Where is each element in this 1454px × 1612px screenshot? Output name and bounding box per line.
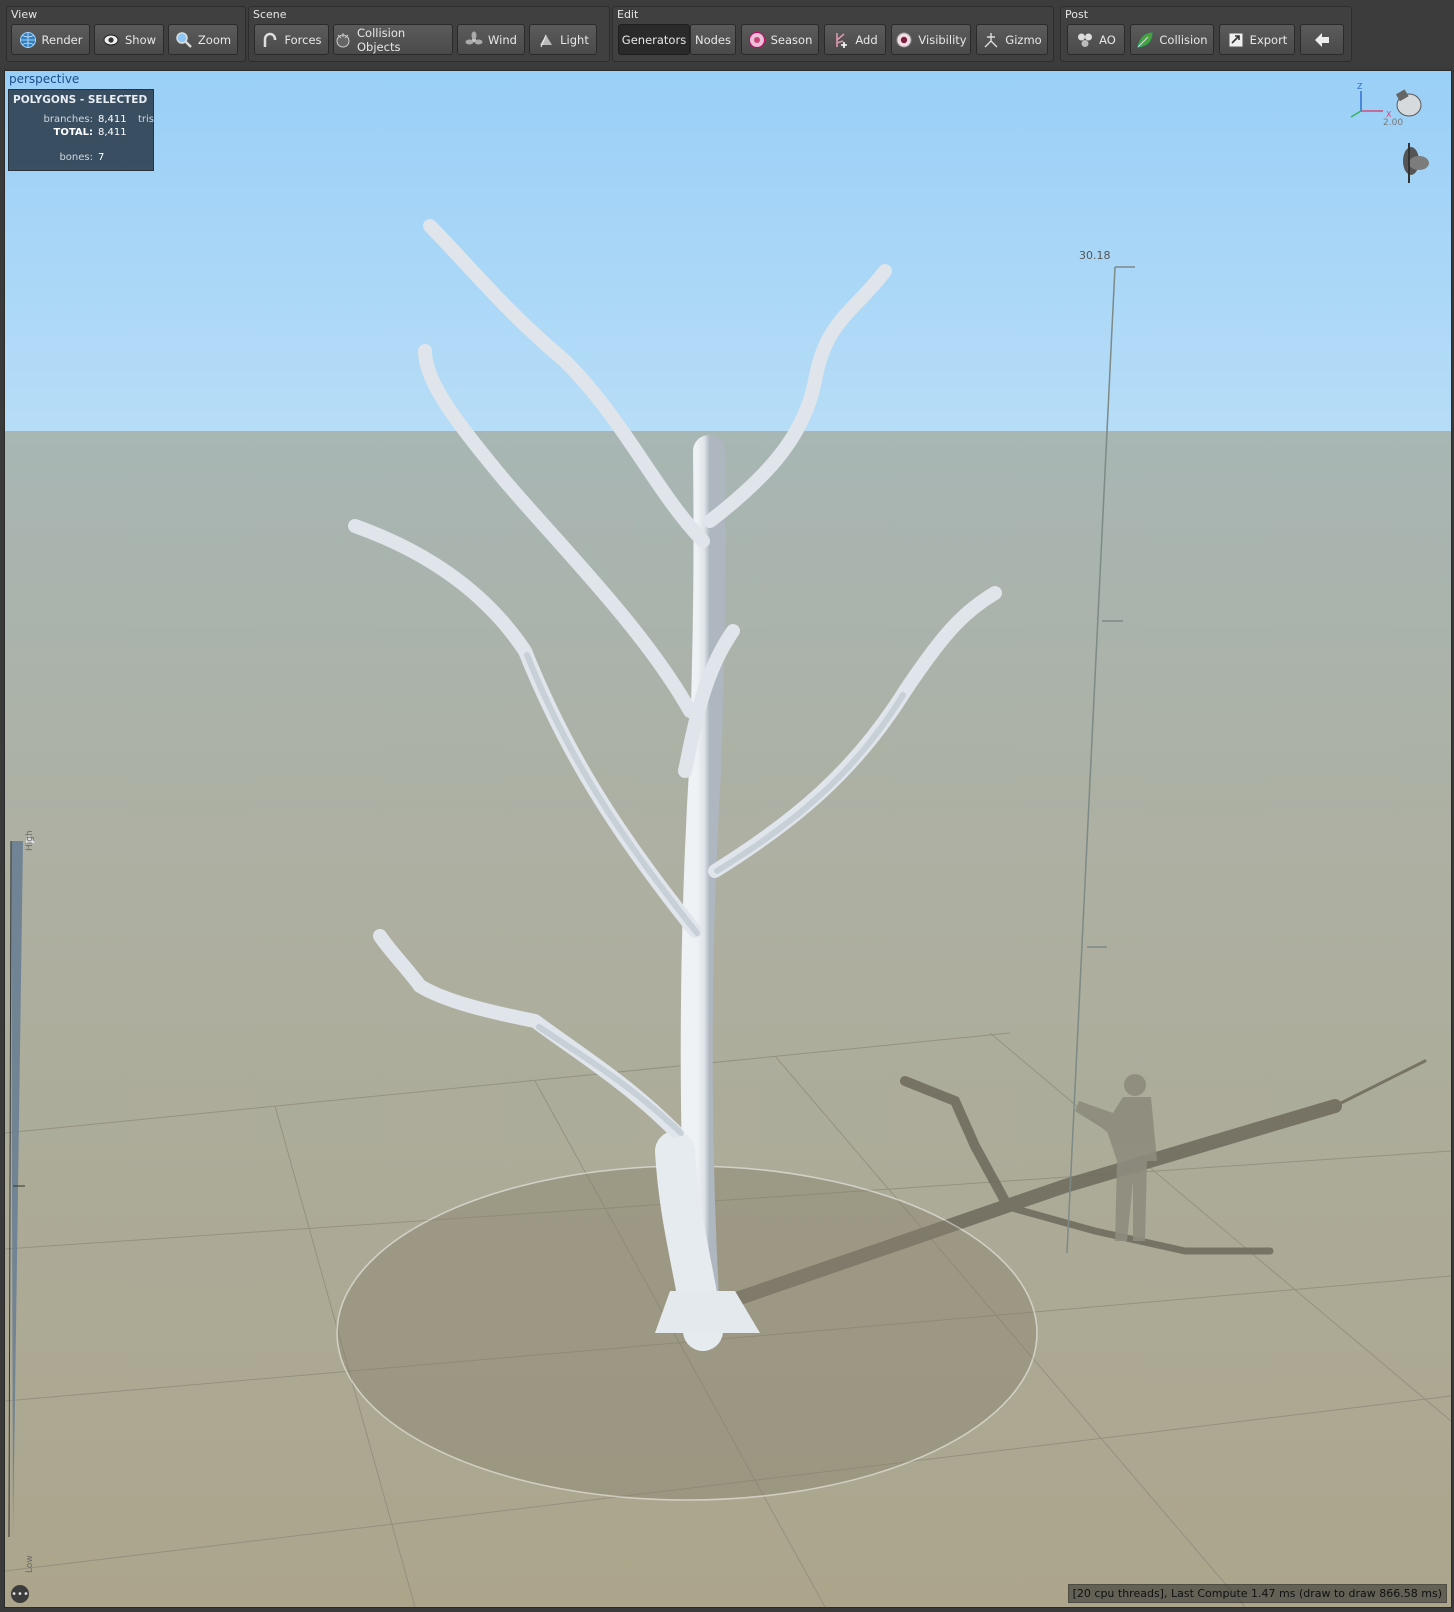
branches-label: branches: [43, 114, 94, 125]
eyeball-icon [895, 31, 913, 49]
add-branch-icon [832, 31, 850, 49]
lod-low-label: Low [25, 1555, 35, 1573]
lod-high-label: High [25, 830, 35, 851]
zoom-button[interactable]: Zoom [168, 24, 238, 55]
arrow-left-icon [1313, 31, 1331, 49]
spotlight-icon [537, 31, 555, 49]
forces-button[interactable]: Forces [254, 24, 329, 55]
collision-label: Collision [1159, 32, 1208, 47]
view-group-label: View [11, 8, 38, 21]
stats-title: POLYGONS - SELECTED [13, 94, 148, 106]
collision-objects-label: Collision Objects [357, 25, 406, 54]
bones-value: 7 [98, 152, 105, 163]
scene-group-label: Scene [253, 8, 287, 21]
generators-label: Generators [621, 32, 687, 47]
scene-group: Scene Forces Collision Objects Wind Ligh… [248, 6, 610, 62]
light-label: Light [560, 32, 589, 47]
height-measure-value: 30.18 [1079, 249, 1111, 262]
branches-unit: tris [138, 114, 155, 125]
add-button[interactable]: Add [824, 24, 886, 55]
show-label: Show [124, 32, 157, 47]
post-group-label: Post [1065, 8, 1089, 21]
leaf-icon [1136, 31, 1154, 49]
light-button[interactable]: Light [529, 24, 597, 55]
status-bar: [20 cpu threads], Last Compute 1.47 ms (… [1067, 1584, 1447, 1603]
season-icon [748, 31, 766, 49]
export-button[interactable]: Export [1219, 24, 1295, 55]
scene-canvas[interactable]: Z X [5, 71, 1451, 1607]
export-icon [1227, 31, 1245, 49]
ao-label: AO [1099, 32, 1116, 47]
branches-value: 8,411 [98, 114, 127, 125]
eye-icon [102, 31, 120, 49]
season-label: Season [770, 32, 813, 47]
sky [5, 71, 1451, 433]
total-value: 8,411 [98, 127, 127, 138]
edit-group-label: Edit [617, 8, 639, 21]
zoom-label: Zoom [197, 32, 232, 47]
toolbar: View Render Show Zoom Scene Forces Colli… [0, 0, 1454, 68]
bones-label: bones: [59, 152, 93, 163]
collision-button[interactable]: Collision [1130, 24, 1214, 55]
magnet-icon [261, 31, 279, 49]
camera-label[interactable]: perspective [9, 72, 79, 86]
render-button[interactable]: Render [11, 24, 90, 55]
visibility-button[interactable]: Visibility [891, 24, 971, 55]
nodes-tab[interactable]: Nodes [690, 24, 736, 55]
magnifier-icon [175, 31, 193, 49]
wind-button[interactable]: Wind [457, 24, 525, 55]
gizmo-button[interactable]: Gizmo [976, 24, 1048, 55]
collision-sphere-icon [334, 31, 352, 49]
generators-tab[interactable]: Generators [618, 24, 690, 55]
season-button[interactable]: Season [741, 24, 819, 55]
ao-spheres-icon [1076, 31, 1094, 49]
nodes-label: Nodes [694, 32, 731, 47]
ao-button[interactable]: AO [1067, 24, 1125, 55]
collision-objects-button[interactable]: Collision Objects [333, 24, 453, 55]
axis-z-label: Z [1357, 82, 1363, 91]
forces-label: Forces [284, 32, 322, 47]
view-group: View Render Show Zoom [6, 6, 246, 62]
back-button[interactable] [1300, 24, 1344, 55]
render-label: Render [41, 32, 83, 47]
visibility-label: Visibility [918, 32, 967, 47]
post-group: Post AO Collision Export [1060, 6, 1352, 62]
total-label: TOTAL: [53, 127, 93, 138]
more-options-icon[interactable]: ••• [11, 1585, 29, 1603]
gizmo-icon [982, 31, 1000, 49]
light-intensity-value: 2.00 [1383, 118, 1404, 128]
3d-viewport[interactable]: Z X perspective POLYGONS - SELECTED bran… [4, 70, 1452, 1608]
globe-icon [19, 31, 37, 49]
export-label: Export [1249, 32, 1288, 47]
wind-label: Wind [488, 32, 517, 47]
edit-group: Edit Generators Nodes Season Add Visibil… [612, 6, 1054, 62]
add-label: Add [855, 32, 878, 47]
show-button[interactable]: Show [94, 24, 164, 55]
polygon-stats-panel: POLYGONS - SELECTED branches: 8,411 tris… [8, 89, 154, 171]
fan-icon [465, 31, 483, 49]
gizmo-label: Gizmo [1005, 32, 1042, 47]
